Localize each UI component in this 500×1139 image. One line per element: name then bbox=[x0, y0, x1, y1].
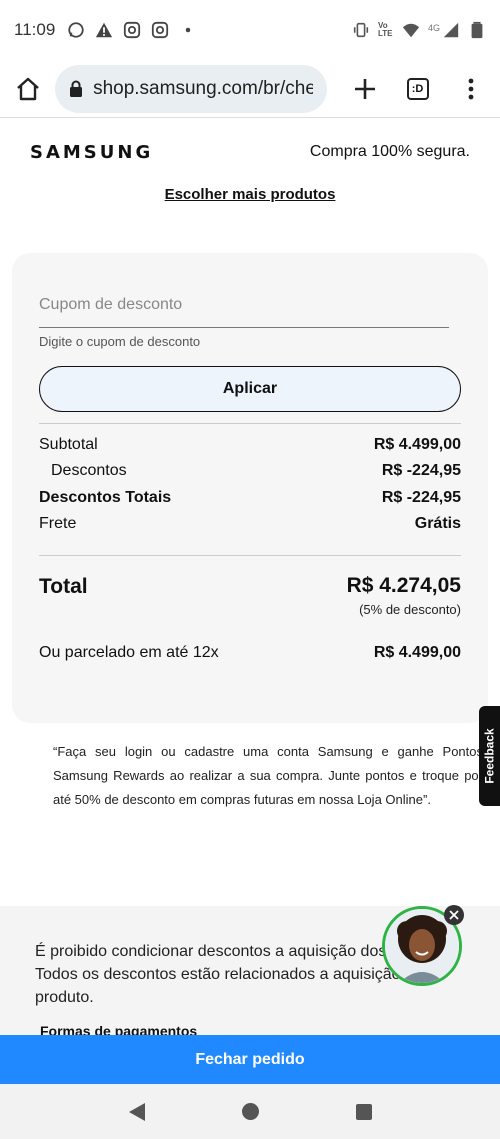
tab-switcher-button[interactable]: :D bbox=[398, 69, 437, 109]
status-bar: 11:09 Vo LTE 4G bbox=[0, 0, 500, 60]
total-label: Total bbox=[39, 575, 88, 598]
instagram-icon bbox=[124, 21, 141, 39]
volte-icon: Vo LTE bbox=[377, 21, 393, 38]
divider bbox=[39, 423, 461, 424]
choose-more-products-link[interactable]: Escolher mais produtos bbox=[0, 186, 500, 203]
notification-icons bbox=[67, 21, 197, 39]
checkout-button[interactable]: Fechar pedido bbox=[0, 1035, 500, 1084]
installments-label: Ou parcelado em até 12x bbox=[39, 644, 219, 661]
discount-percent: (5% de desconto) bbox=[359, 602, 461, 617]
tab-count: :D bbox=[406, 77, 429, 100]
battery-icon bbox=[471, 21, 483, 39]
system-nav-bar bbox=[0, 1084, 500, 1139]
close-icon bbox=[449, 910, 459, 920]
alert-icon bbox=[96, 22, 113, 38]
subtotal-value: R$ 4.499,00 bbox=[373, 436, 461, 453]
plus-icon bbox=[354, 78, 375, 99]
browser-toolbar: shop.samsung.com/br/che :D bbox=[0, 60, 500, 118]
browser-menu-button[interactable] bbox=[451, 69, 490, 109]
feedback-label: Feedback bbox=[482, 728, 497, 784]
back-icon[interactable] bbox=[128, 1102, 145, 1121]
secure-purchase-text: Compra 100% segura. bbox=[309, 143, 470, 160]
subtotal-row: Subtotal R$ 4.499,00 bbox=[39, 436, 461, 454]
divider bbox=[39, 555, 461, 556]
coupon-help-text: Digite o cupom de desconto bbox=[39, 334, 201, 349]
shipping-row: Frete Grátis bbox=[39, 515, 461, 533]
total-discounts-row: Descontos Totais R$ -224,95 bbox=[39, 489, 461, 507]
status-time: 11:09 bbox=[14, 20, 56, 39]
4g-signal-icon bbox=[443, 22, 459, 38]
more-vert-icon bbox=[468, 78, 473, 99]
discounts-row: Descontos R$ -224,95 bbox=[39, 462, 461, 480]
wifi-icon bbox=[402, 23, 420, 38]
lock-icon bbox=[70, 80, 83, 97]
feedback-tab[interactable]: Feedback bbox=[479, 706, 500, 806]
installments-value: R$ 4.499,00 bbox=[373, 644, 461, 661]
new-tab-button[interactable] bbox=[345, 69, 384, 109]
url-field[interactable]: shop.samsung.com/br/che bbox=[55, 64, 328, 113]
site-header: SAMSUNG Compra 100% segura. bbox=[0, 119, 500, 185]
apply-coupon-button[interactable]: Aplicar bbox=[39, 366, 461, 412]
vibrate-icon bbox=[353, 22, 369, 38]
subtotal-label: Subtotal bbox=[39, 436, 98, 453]
dot-icon bbox=[186, 27, 191, 33]
whatsapp-icon bbox=[68, 22, 84, 38]
coupon-input[interactable]: Cupom de desconto bbox=[39, 286, 449, 328]
recent-apps-icon[interactable] bbox=[355, 1103, 372, 1120]
close-chat-button[interactable] bbox=[444, 905, 464, 925]
home-button[interactable] bbox=[10, 71, 45, 107]
shipping-label: Frete bbox=[39, 515, 77, 532]
total-discounts-label: Descontos Totais bbox=[39, 489, 172, 506]
shipping-value: Grátis bbox=[414, 515, 461, 532]
samsung-logo[interactable]: SAMSUNG bbox=[30, 142, 153, 163]
instagram-icon bbox=[152, 21, 169, 39]
home-nav-icon[interactable] bbox=[241, 1103, 259, 1120]
home-icon bbox=[16, 77, 39, 100]
rewards-promo-text: “Faça seu login ou cadastre uma conta Sa… bbox=[53, 744, 483, 807]
discounts-value: R$ -224,95 bbox=[381, 462, 461, 479]
total-value: R$ 4.274,05 bbox=[346, 574, 461, 597]
discounts-label: Descontos bbox=[51, 462, 127, 479]
total-discounts-value: R$ -224,95 bbox=[381, 489, 461, 506]
network-label: 4G bbox=[427, 23, 440, 33]
order-summary-card: Cupom de desconto Digite o cupom de desc… bbox=[12, 253, 488, 723]
system-icons: Vo LTE 4G bbox=[352, 21, 486, 39]
installments-row: Ou parcelado em até 12x R$ 4.499,00 bbox=[39, 644, 461, 662]
url-text: shop.samsung.com/br/che bbox=[93, 77, 314, 99]
